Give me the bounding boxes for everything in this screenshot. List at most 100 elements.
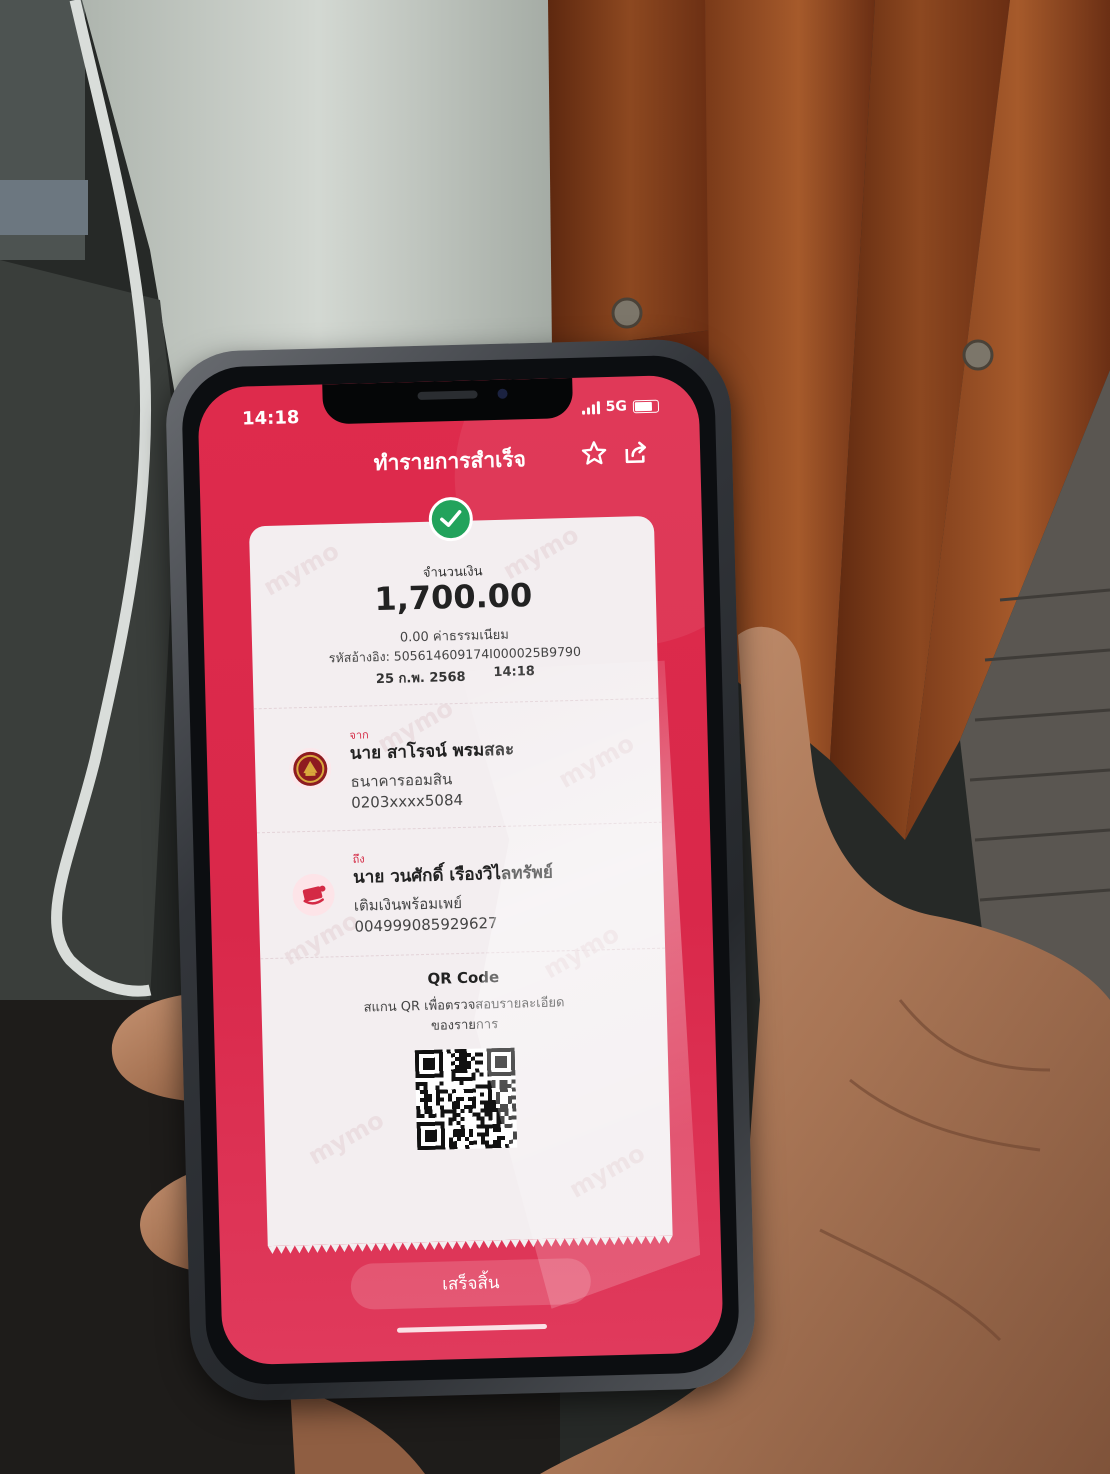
qr-module — [416, 1114, 421, 1119]
qr-module — [448, 1117, 453, 1122]
qr-module — [496, 1108, 501, 1113]
qr-module — [427, 1097, 433, 1102]
qr-module — [423, 1065, 428, 1071]
qr-module — [493, 1144, 498, 1149]
qr-module — [415, 1086, 420, 1091]
qr-module — [460, 1108, 465, 1114]
qr-module — [440, 1113, 445, 1118]
home-indicator[interactable] — [396, 1323, 548, 1333]
qr-module — [467, 1076, 472, 1081]
qr-module — [503, 1079, 508, 1084]
qr-module — [496, 1100, 501, 1105]
qr-module — [437, 1145, 442, 1150]
qr-module — [484, 1104, 489, 1109]
qr-module — [480, 1116, 485, 1121]
left-cabinet — [0, 260, 178, 1000]
qr-module — [484, 1128, 489, 1133]
qr-module — [414, 1050, 419, 1055]
qr-module — [465, 1144, 470, 1149]
transaction-time: 14:18 — [493, 663, 536, 681]
qr-module — [495, 1092, 500, 1097]
qr-module — [480, 1120, 485, 1125]
done-button[interactable]: เสร็จสิ้น — [350, 1257, 592, 1311]
door-board — [548, 0, 712, 350]
qr-module — [434, 1049, 439, 1054]
qr-module — [505, 1143, 510, 1148]
qr-module — [452, 1113, 457, 1118]
qr-module — [495, 1096, 501, 1101]
qr-module — [451, 1073, 456, 1078]
qr-module — [454, 1057, 460, 1062]
receiver-account: 004999085929627 — [354, 914, 498, 936]
qr-module — [427, 1061, 432, 1066]
qr-module — [484, 1108, 489, 1113]
qr-module — [490, 1048, 495, 1053]
qr-module — [496, 1112, 501, 1117]
qr-module — [502, 1055, 507, 1060]
qr-module — [415, 1074, 420, 1079]
qr-module — [468, 1108, 473, 1113]
qr-module — [417, 1138, 422, 1143]
qr-module — [491, 1072, 496, 1077]
qr-module — [487, 1092, 492, 1097]
qr-module — [436, 1121, 441, 1126]
qr-module — [488, 1112, 493, 1117]
qr-module — [427, 1093, 432, 1098]
qr-module — [495, 1064, 500, 1069]
qr-module — [456, 1137, 462, 1142]
qr-module — [462, 1048, 467, 1054]
qr-module — [486, 1048, 491, 1053]
qr-module — [480, 1108, 485, 1113]
qr-module — [432, 1129, 437, 1134]
star-icon[interactable] — [580, 439, 609, 468]
qr-module — [416, 1134, 422, 1139]
qr-module — [496, 1116, 501, 1121]
qr-module — [423, 1085, 428, 1091]
divider — [253, 697, 659, 710]
qr-module — [487, 1072, 492, 1077]
qr-module — [510, 1059, 516, 1064]
qr-module — [448, 1109, 453, 1114]
qr-module — [417, 1146, 422, 1151]
qr-module — [456, 1129, 461, 1134]
qr-module — [432, 1113, 437, 1118]
qr-module — [431, 1065, 436, 1070]
qr-module — [438, 1057, 444, 1062]
qr-module — [454, 1049, 459, 1054]
qr-module — [452, 1129, 457, 1134]
qr-code-image[interactable] — [414, 1047, 518, 1151]
qr-module — [497, 1144, 502, 1149]
qr-module — [439, 1065, 444, 1070]
qr-module — [510, 1055, 515, 1060]
qr-module — [441, 1141, 446, 1146]
qr-module — [479, 1092, 484, 1097]
qr-module — [441, 1145, 446, 1150]
qr-module — [435, 1085, 440, 1090]
qr-module — [419, 1090, 424, 1095]
qr-module — [455, 1069, 460, 1074]
qr-module — [500, 1119, 505, 1125]
qr-module — [480, 1132, 485, 1137]
qr-module — [423, 1061, 428, 1067]
qr-module — [436, 1101, 441, 1106]
qr-module — [476, 1116, 481, 1121]
qr-module — [512, 1107, 517, 1112]
qr-module — [423, 1089, 428, 1095]
qr-module — [435, 1073, 440, 1078]
qr-module — [423, 1097, 429, 1103]
qr-module — [415, 1062, 420, 1067]
qr-module — [492, 1104, 497, 1109]
sender-bank: ธนาคารออมสิน — [350, 770, 453, 791]
qr-module — [489, 1144, 494, 1149]
wallet-topup-icon — [291, 872, 336, 917]
qr-module — [428, 1121, 433, 1126]
share-icon[interactable] — [622, 438, 651, 467]
qr-module — [460, 1124, 465, 1130]
qr-module — [433, 1137, 438, 1142]
qr-module — [458, 1057, 464, 1062]
receiver-service: เติมเงินพร้อมเพย์ — [353, 893, 463, 915]
qr-module — [459, 1068, 464, 1074]
qr-module — [429, 1137, 434, 1142]
qr-module — [419, 1074, 424, 1079]
qr-module — [449, 1141, 454, 1146]
